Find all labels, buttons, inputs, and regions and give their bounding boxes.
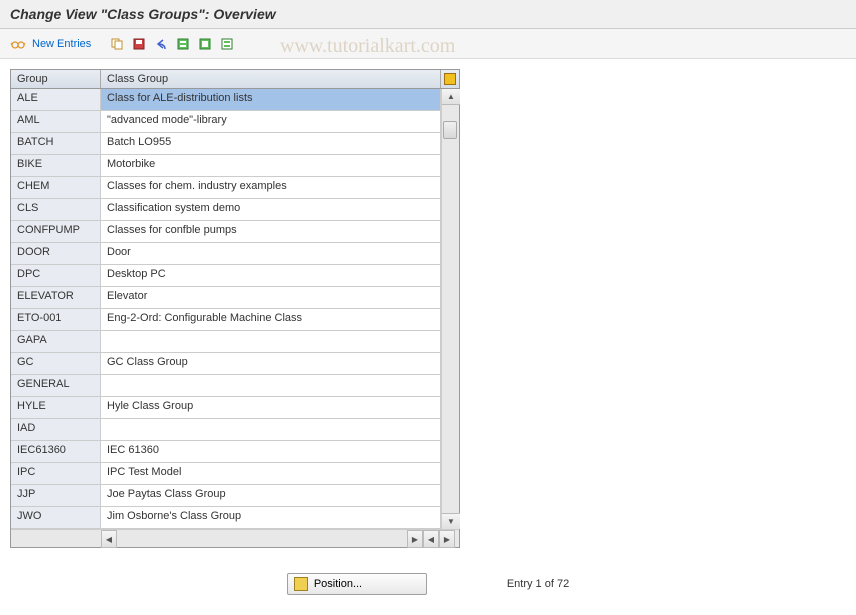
cell-description[interactable]: Class for ALE-distribution lists xyxy=(101,89,441,110)
table-row[interactable]: GAPA xyxy=(11,331,459,353)
cell-description[interactable]: Desktop PC xyxy=(101,265,441,286)
cell-description[interactable]: IPC Test Model xyxy=(101,463,441,484)
scroll-up-button[interactable]: ▲ xyxy=(442,89,460,105)
toolbar: New Entries xyxy=(0,29,856,59)
table-row[interactable]: ALEClass for ALE-distribution lists xyxy=(11,89,459,111)
table-row[interactable]: DPCDesktop PC xyxy=(11,265,459,287)
table-row[interactable]: JWOJim Osborne's Class Group xyxy=(11,507,459,529)
cell-group[interactable]: HYLE xyxy=(11,397,101,418)
save-icon[interactable] xyxy=(131,36,147,52)
column-header-description[interactable]: Class Group xyxy=(101,70,441,88)
entry-count-text: Entry 1 of 72 xyxy=(507,578,569,590)
cell-group[interactable]: DPC xyxy=(11,265,101,286)
cell-group[interactable]: BIKE xyxy=(11,155,101,176)
cell-group[interactable]: JJP xyxy=(11,485,101,506)
table-row[interactable]: IEC61360IEC 61360 xyxy=(11,441,459,463)
table-row[interactable]: DOORDoor xyxy=(11,243,459,265)
cell-description[interactable] xyxy=(101,331,441,352)
cell-description[interactable]: Classification system demo xyxy=(101,199,441,220)
cell-group[interactable]: JWO xyxy=(11,507,101,528)
scroll-right-button[interactable]: ▶ xyxy=(407,530,423,548)
table-container: Group Class Group ALEClass for ALE-distr… xyxy=(10,69,460,548)
cell-description[interactable] xyxy=(101,419,441,440)
table-header: Group Class Group xyxy=(11,70,459,89)
table-row[interactable]: AML"advanced mode"-library xyxy=(11,111,459,133)
cell-group[interactable]: IPC xyxy=(11,463,101,484)
cell-group[interactable]: CLS xyxy=(11,199,101,220)
cell-description[interactable]: Jim Osborne's Class Group xyxy=(101,507,441,528)
cell-group[interactable]: IAD xyxy=(11,419,101,440)
table-row[interactable]: GENERAL xyxy=(11,375,459,397)
cell-description[interactable]: Batch LO955 xyxy=(101,133,441,154)
cell-description[interactable]: Motorbike xyxy=(101,155,441,176)
table-row[interactable]: IPCIPC Test Model xyxy=(11,463,459,485)
table-row[interactable]: CLSClassification system demo xyxy=(11,199,459,221)
cell-group[interactable]: AML xyxy=(11,111,101,132)
cell-group[interactable]: ELEVATOR xyxy=(11,287,101,308)
vertical-scrollbar[interactable]: ▲ ▼ xyxy=(441,89,459,529)
table-row[interactable]: CONFPUMPClasses for confble pumps xyxy=(11,221,459,243)
cell-group[interactable]: BATCH xyxy=(11,133,101,154)
position-icon xyxy=(294,577,308,591)
horizontal-scrollbar[interactable]: ◀ ▶ ◀ ▶ xyxy=(11,529,459,547)
scroll-thumb[interactable] xyxy=(443,121,457,139)
cell-description[interactable]: Hyle Class Group xyxy=(101,397,441,418)
cell-description[interactable]: GC Class Group xyxy=(101,353,441,374)
position-button[interactable]: Position... xyxy=(287,573,427,595)
table-body: ALEClass for ALE-distribution listsAML"a… xyxy=(11,89,459,529)
new-entries-link[interactable]: New Entries xyxy=(32,38,91,50)
title-bar: Change View "Class Groups": Overview xyxy=(0,0,856,29)
table-row[interactable]: GCGC Class Group xyxy=(11,353,459,375)
undo-icon[interactable] xyxy=(153,36,169,52)
table-config-button[interactable] xyxy=(441,70,459,88)
cell-group[interactable]: CHEM xyxy=(11,177,101,198)
select-all-icon[interactable] xyxy=(175,36,191,52)
table-row[interactable]: HYLEHyle Class Group xyxy=(11,397,459,419)
cell-description[interactable]: IEC 61360 xyxy=(101,441,441,462)
cell-group[interactable]: CONFPUMP xyxy=(11,221,101,242)
table-row[interactable]: BIKEMotorbike xyxy=(11,155,459,177)
cell-group[interactable]: GC xyxy=(11,353,101,374)
table-row[interactable]: IAD xyxy=(11,419,459,441)
cell-group[interactable]: ETO-001 xyxy=(11,309,101,330)
scroll-left-button[interactable]: ◀ xyxy=(101,530,117,548)
position-label: Position... xyxy=(314,578,362,590)
select-block-icon[interactable] xyxy=(197,36,213,52)
bottom-bar: Position... Entry 1 of 72 xyxy=(0,573,856,595)
page-title: Change View "Class Groups": Overview xyxy=(10,6,846,22)
cell-description[interactable] xyxy=(101,375,441,396)
glasses-icon[interactable] xyxy=(10,36,26,52)
cell-description[interactable]: Door xyxy=(101,243,441,264)
deselect-icon[interactable] xyxy=(219,36,235,52)
cell-description[interactable]: Elevator xyxy=(101,287,441,308)
table-row[interactable]: BATCHBatch LO955 xyxy=(11,133,459,155)
table-settings-icon xyxy=(444,73,456,85)
cell-description[interactable]: Classes for confble pumps xyxy=(101,221,441,242)
table-row[interactable]: CHEMClasses for chem. industry examples xyxy=(11,177,459,199)
cell-description[interactable]: Classes for chem. industry examples xyxy=(101,177,441,198)
scroll-down-button[interactable]: ▼ xyxy=(442,513,460,529)
scroll-left-alt-button[interactable]: ◀ xyxy=(423,530,439,548)
scroll-right-alt-button[interactable]: ▶ xyxy=(439,530,455,548)
column-header-group[interactable]: Group xyxy=(11,70,101,88)
table-row[interactable]: ETO-001Eng-2-Ord: Configurable Machine C… xyxy=(11,309,459,331)
cell-description[interactable]: Joe Paytas Class Group xyxy=(101,485,441,506)
table-row[interactable]: ELEVATORElevator xyxy=(11,287,459,309)
cell-group[interactable]: GENERAL xyxy=(11,375,101,396)
cell-description[interactable]: Eng-2-Ord: Configurable Machine Class xyxy=(101,309,441,330)
cell-description[interactable]: "advanced mode"-library xyxy=(101,111,441,132)
cell-group[interactable]: IEC61360 xyxy=(11,441,101,462)
cell-group[interactable]: GAPA xyxy=(11,331,101,352)
table-row[interactable]: JJPJoe Paytas Class Group xyxy=(11,485,459,507)
cell-group[interactable]: ALE xyxy=(11,89,101,110)
copy-icon[interactable] xyxy=(109,36,125,52)
cell-group[interactable]: DOOR xyxy=(11,243,101,264)
